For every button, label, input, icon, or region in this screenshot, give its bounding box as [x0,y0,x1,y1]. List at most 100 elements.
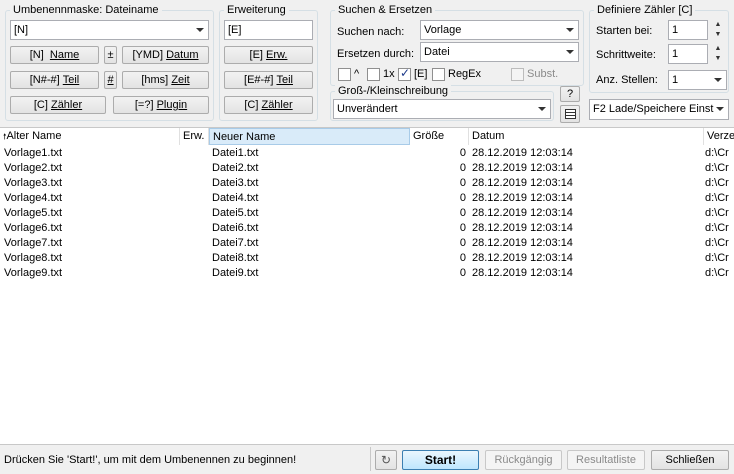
mask-group-title: Umbenennmaske: Dateiname [10,4,162,17]
date-cell: 28.12.2019 12:03:14 [472,252,573,264]
option-regex-checkbox[interactable] [432,68,445,81]
option-subst-checkbox[interactable] [511,68,524,81]
column-header-old-name[interactable]: 🠕Alter Name [0,128,180,145]
spin-down-icon: ▼ [714,55,722,62]
date-cell: 28.12.2019 12:03:14 [472,222,573,234]
option-once-checkbox[interactable] [367,68,380,81]
close-button[interactable]: Schließen [651,450,729,470]
old-name-cell: Vorlage7.txt [4,237,63,249]
old-name-cell: Vorlage2.txt [4,162,63,174]
status-text: Drücken Sie 'Start!', um mit dem Umbenen… [4,454,297,466]
new-name-cell: Datei7.txt [212,237,259,249]
insert-counter-button[interactable]: [C] Zähler [10,96,106,114]
refresh-button[interactable]: ↻ [375,450,397,470]
table-row[interactable]: Vorlage7.txt Datei7.txt 0 28.12.2019 12:03:… [0,236,734,251]
table-row[interactable]: Vorlage2.txt Datei2.txt 0 28.12.2019 12:03:… [0,161,734,176]
new-name-cell: Datei6.txt [212,222,259,234]
table-row[interactable]: Vorlage8.txt Datei8.txt 0 28.12.2019 12:03:… [0,251,734,266]
table-row[interactable]: Vorlage3.txt Datei3.txt 0 28.12.2019 12:03:… [0,176,734,191]
search-replace-group-title: Suchen & Ersetzen [335,4,436,17]
insert-extension-counter-button[interactable]: [C] Zähler [224,96,313,114]
column-header-size[interactable]: Größe [410,128,469,145]
directory-cell: d:\Cr [705,147,729,159]
date-cell: 28.12.2019 12:03:14 [472,147,573,159]
insert-extension-button[interactable]: [E] Erw. [224,46,313,64]
chevron-down-icon [566,50,574,54]
old-name-cell: Vorlage8.txt [4,252,63,264]
old-name-cell: Vorlage3.txt [4,177,63,189]
size-cell: 0 [459,237,466,249]
counter-start-input[interactable]: 1 [668,20,708,40]
start-button[interactable]: Start! [402,450,479,470]
list-icon-button[interactable] [560,105,580,123]
column-header-date[interactable]: Datum [469,128,704,145]
spin-up-icon: ▲ [714,21,722,28]
table-row[interactable]: Vorlage9.txt Datei9.txt 0 28.12.2019 12:03:… [0,266,734,281]
case-group-title: Groß-/Kleinschreibung [335,85,452,98]
counter-start-label: Starten bei: [596,25,653,37]
old-name-cell: Vorlage4.txt [4,192,63,204]
date-cell: 28.12.2019 12:03:14 [472,192,573,204]
refresh-icon: ↻ [380,453,392,467]
search-combo[interactable]: Vorlage [420,20,579,40]
results-list-button[interactable]: Resultatliste [567,450,645,470]
old-name-cell: Vorlage9.txt [4,267,63,279]
table-row[interactable]: Vorlage1.txt Datei1.txt 0 28.12.2019 12:03:… [0,146,734,161]
replace-label: Ersetzen durch: [337,48,415,60]
directory-cell: d:\Cr [705,267,729,279]
column-header-directory[interactable]: Verze [704,128,734,145]
date-cell: 28.12.2019 12:03:14 [472,177,573,189]
insert-date-button[interactable]: [YMD] Datum [122,46,209,64]
counter-step-input[interactable]: 1 [668,44,708,64]
option-caret-checkbox[interactable] [338,68,351,81]
directory-cell: d:\Cr [705,162,729,174]
option-once-label: 1x [383,68,395,80]
directory-cell: d:\Cr [705,237,729,249]
old-name-cell: Vorlage6.txt [4,222,63,234]
file-list[interactable]: 🠕Alter Name Erw. Neuer Name Größe Datum … [0,127,734,445]
insert-name-button[interactable]: [N] Name [10,46,99,64]
size-cell: 0 [459,192,466,204]
option-caret-label: ^ [354,68,360,80]
new-name-cell: Datei1.txt [212,147,259,159]
case-value: Unverändert [337,103,398,115]
insert-part-button[interactable]: [N#-#] Teil [10,71,99,89]
load-save-settings-combo[interactable]: F2 Lade/Speichere Einst [589,99,729,120]
table-row[interactable]: Vorlage6.txt Datei6.txt 0 28.12.2019 12:03:… [0,221,734,236]
date-cell: 28.12.2019 12:03:14 [472,237,573,249]
chevron-down-icon [714,78,722,82]
directory-cell: d:\Cr [705,192,729,204]
directory-cell: d:\Cr [705,207,729,219]
search-value: Vorlage [424,24,462,36]
chevron-down-icon [538,107,546,111]
column-header-extension[interactable]: Erw. [180,128,209,145]
mask-value: [N] [14,24,29,36]
directory-cell: d:\Cr [705,222,729,234]
chevron-down-icon [716,107,724,111]
mask-combo[interactable]: [N] [10,20,209,40]
date-cell: 28.12.2019 12:03:14 [472,267,573,279]
counter-start-spinner[interactable]: ▲ ▼ [711,20,725,40]
plus-minus-button[interactable]: ± [104,46,117,64]
counter-step-spinner[interactable]: ▲ ▼ [711,44,725,64]
insert-plugin-button[interactable]: [=?] Plugin [113,96,209,114]
counter-step-label: Schrittweite: [596,49,656,61]
help-button[interactable]: ? [560,86,580,102]
replace-combo[interactable]: Datei [420,42,579,62]
size-cell: 0 [459,147,466,159]
insert-extension-part-button[interactable]: [E#-#] Teil [224,71,313,89]
hash-button[interactable]: # [104,71,117,89]
table-row[interactable]: Vorlage5.txt Datei5.txt 0 28.12.2019 12:03:… [0,206,734,221]
extension-input[interactable]: [E] [224,20,313,40]
insert-time-button[interactable]: [hms] Zeit [122,71,209,89]
option-extension-checkbox[interactable]: ✓ [398,66,411,81]
undo-button[interactable]: Rückgängig [485,450,562,470]
size-cell: 0 [459,207,466,219]
table-row[interactable]: Vorlage4.txt Datei4.txt 0 28.12.2019 12:03:… [0,191,734,206]
case-combo[interactable]: Unverändert [333,99,551,119]
column-header-new-name[interactable]: Neuer Name [209,128,410,145]
size-cell: 0 [459,162,466,174]
old-name-cell: Vorlage1.txt [4,147,63,159]
chevron-down-icon [566,28,574,32]
counter-digits-combo[interactable]: 1 [668,70,727,90]
